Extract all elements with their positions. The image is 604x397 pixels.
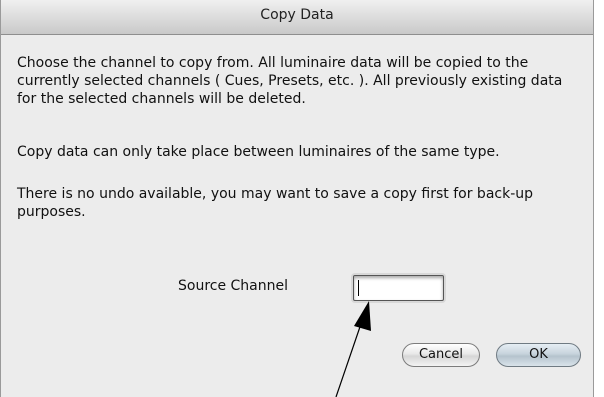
cancel-button[interactable]: Cancel [402, 343, 480, 367]
ok-button[interactable]: OK [496, 343, 581, 367]
type-restriction-paragraph: Copy data can only take place between lu… [17, 144, 500, 160]
source-channel-input[interactable] [353, 275, 444, 301]
text-caret [358, 280, 359, 296]
instruction-paragraph: Choose the channel to copy from. All lum… [17, 55, 563, 107]
copy-data-dialog: Copy Data Choose the channel to copy fro… [0, 0, 594, 397]
title-bar[interactable]: Copy Data [1, 0, 593, 35]
source-channel-label: Source Channel [178, 278, 289, 294]
undo-warning-paragraph: There is no undo available, you may want… [17, 186, 534, 220]
dialog-title: Copy Data [260, 7, 334, 23]
